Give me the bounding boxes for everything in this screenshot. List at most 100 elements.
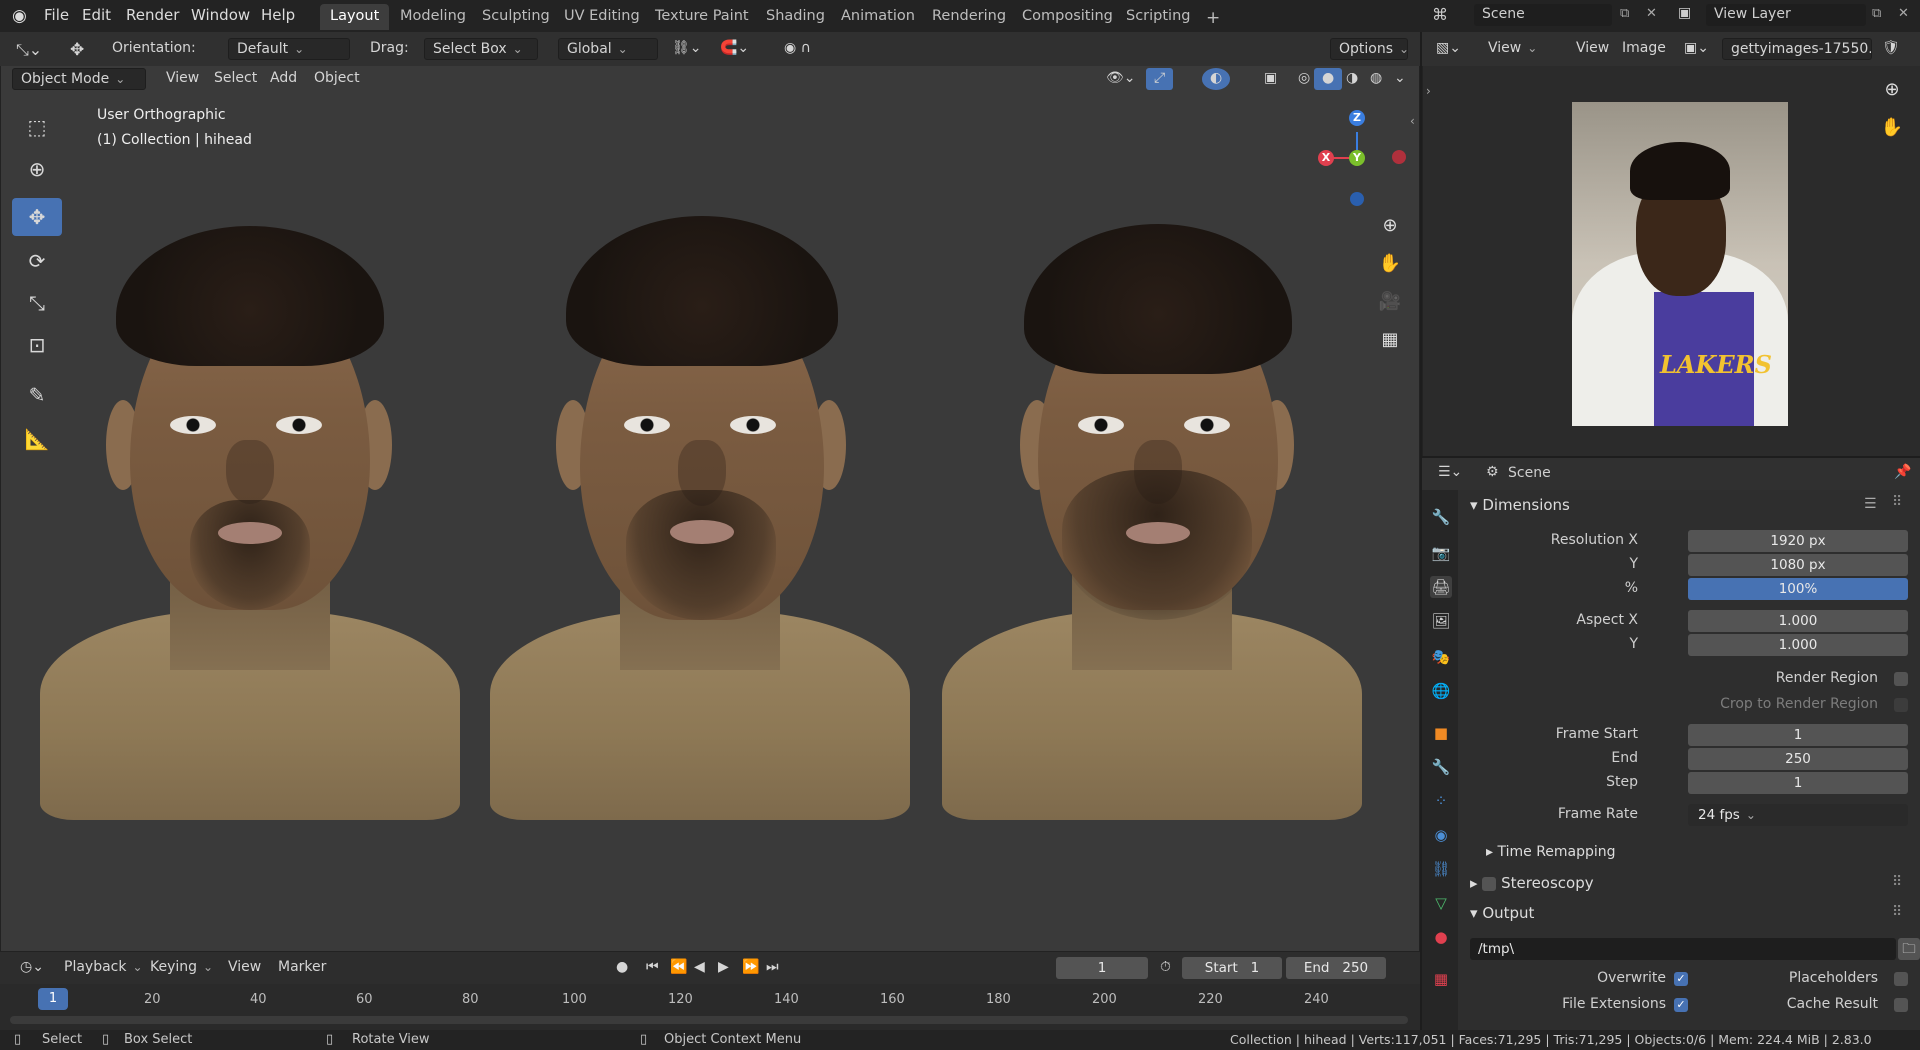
ortho-grid-icon[interactable]: ▦	[1376, 326, 1404, 354]
tab-shading[interactable]: Shading	[756, 4, 835, 30]
new-scene-icon[interactable]: ⧉	[1620, 6, 1629, 21]
zoom-icon[interactable]: ⊕	[1878, 76, 1906, 104]
placeholders-checkbox[interactable]	[1894, 972, 1908, 986]
neg-z-axis-icon[interactable]	[1350, 192, 1364, 206]
stopwatch-icon[interactable]: ⏱	[1152, 957, 1179, 979]
timeline-scrollbar[interactable]	[10, 1016, 1408, 1024]
scene-name-field[interactable]: Scene	[1474, 4, 1612, 26]
view-layer-field[interactable]: View Layer	[1706, 4, 1866, 26]
menu-select[interactable]: Select	[206, 68, 265, 90]
scene-selector-icon[interactable]: ⌘	[1432, 5, 1448, 24]
marker-menu[interactable]: Marker	[270, 957, 334, 979]
y-axis-icon[interactable]: Y	[1349, 150, 1365, 166]
start-frame-field[interactable]: Start 1	[1182, 957, 1282, 979]
frame-end-field[interactable]: 250	[1688, 748, 1908, 770]
dimensions-panel-header[interactable]: ▾ Dimensions	[1470, 496, 1570, 514]
resolution-percent-slider[interactable]: 100%	[1688, 578, 1908, 600]
pivot-point-icon[interactable]: ⛓⌄	[664, 38, 710, 60]
output-tab-icon[interactable]: 🖨	[1430, 576, 1452, 598]
end-frame-field[interactable]: End 250	[1286, 957, 1386, 979]
physics-tab-icon[interactable]: ◉	[1430, 824, 1452, 846]
orientation-dropdown[interactable]: Default	[228, 38, 350, 60]
neg-x-axis-icon[interactable]	[1392, 150, 1406, 164]
drag-handle-icon[interactable]: ⠿	[1892, 494, 1902, 510]
blender-logo-icon[interactable]: ◉	[12, 6, 27, 26]
gizmo-toggle-icon[interactable]: ⤢	[1146, 68, 1174, 90]
tool-tab-icon[interactable]: 🔧	[1430, 506, 1452, 528]
record-icon[interactable]: ●	[608, 957, 636, 979]
scene-tab-icon[interactable]: 🎭	[1430, 646, 1452, 668]
stereoscopy-checkbox[interactable]	[1482, 876, 1497, 891]
drag-dropdown[interactable]: Select Box	[424, 38, 538, 60]
object-mode-dropdown[interactable]: Object Mode	[12, 68, 146, 90]
zoom-icon[interactable]: ⊕	[1376, 212, 1404, 240]
image-menu[interactable]: Image	[1614, 38, 1674, 60]
texture-tab-icon[interactable]: ▦	[1430, 968, 1452, 990]
crop-render-region-checkbox[interactable]	[1894, 698, 1908, 712]
sidebar-toggle-icon[interactable]: ‹	[1410, 114, 1415, 128]
menu-object[interactable]: Object	[306, 68, 368, 90]
aspect-y-field[interactable]: 1.000	[1688, 634, 1908, 656]
transform-orientation-dropdown[interactable]: Global	[558, 38, 658, 60]
render-region-checkbox[interactable]	[1894, 672, 1908, 686]
tab-animation[interactable]: Animation	[831, 4, 925, 30]
head-model-2[interactable]	[490, 210, 910, 820]
view-mode-dropdown[interactable]: View	[1480, 38, 1545, 60]
sidebar-toggle-icon[interactable]: ›	[1426, 84, 1431, 98]
resolution-y-field[interactable]: 1080 px	[1688, 554, 1908, 576]
menu-window[interactable]: Window	[191, 6, 250, 24]
file-extensions-checkbox[interactable]: ✓	[1674, 998, 1688, 1012]
playback-menu[interactable]: Playback	[56, 957, 151, 979]
add-workspace-button[interactable]: +	[1196, 4, 1230, 30]
select-box-tool-icon[interactable]: ⬚	[12, 108, 62, 146]
playhead[interactable]: 1	[38, 988, 68, 1010]
jump-end-icon[interactable]: ⏭	[758, 957, 787, 979]
tab-layout[interactable]: Layout	[320, 4, 390, 30]
drag-handle-icon[interactable]: ⠿	[1892, 904, 1902, 920]
z-axis-icon[interactable]: Z	[1349, 110, 1365, 126]
stereoscopy-panel-header[interactable]: ▸ Stereoscopy	[1470, 874, 1594, 892]
transform-move-icon[interactable]: ✥	[62, 38, 92, 60]
modifier-tab-icon[interactable]: 🔧	[1430, 756, 1452, 778]
overwrite-checkbox[interactable]: ✓	[1674, 972, 1688, 986]
constraints-tab-icon[interactable]: ⛓	[1430, 858, 1452, 880]
overlay-toggle-icon[interactable]: ◐	[1202, 68, 1231, 90]
fake-user-icon[interactable]: 🛡	[1874, 38, 1908, 60]
presets-icon[interactable]: ☰	[1864, 496, 1877, 512]
tab-uv-editing[interactable]: UV Editing	[554, 4, 650, 30]
image-view-menu[interactable]: View	[1568, 38, 1617, 60]
navigation-gizmo[interactable]: Z X Y	[1312, 110, 1406, 206]
particles-tab-icon[interactable]: ⁘	[1430, 790, 1452, 812]
drag-handle-icon[interactable]: ⠿	[1892, 874, 1902, 890]
snap-icon[interactable]: 🧲⌄	[712, 38, 757, 60]
output-path-field[interactable]: /tmp\	[1470, 938, 1896, 960]
cache-result-checkbox[interactable]	[1894, 998, 1908, 1012]
play-icon[interactable]: ▶	[710, 957, 737, 979]
current-frame-field[interactable]: 1	[1056, 957, 1148, 979]
visibility-icon[interactable]: 👁⌄	[1098, 68, 1144, 90]
xray-toggle-icon[interactable]: ▣	[1256, 68, 1285, 90]
camera-icon[interactable]: 🎥	[1376, 288, 1404, 316]
output-panel-header[interactable]: ▾ Output	[1470, 904, 1534, 922]
image-browse-icon[interactable]: ▣⌄	[1676, 38, 1717, 60]
aspect-x-field[interactable]: 1.000	[1688, 610, 1908, 632]
image-name-field[interactable]: gettyimages-17550...	[1722, 38, 1872, 60]
image-editor-type-icon[interactable]: ▧⌄	[1428, 38, 1469, 60]
keying-menu[interactable]: Keying	[142, 957, 221, 979]
cursor-tool-icon[interactable]: ⊕	[12, 150, 62, 188]
play-reverse-icon[interactable]: ◀	[686, 957, 713, 979]
pan-hand-icon[interactable]: ✋	[1878, 114, 1906, 142]
frame-start-field[interactable]: 1	[1688, 724, 1908, 746]
frame-step-field[interactable]: 1	[1688, 772, 1908, 794]
menu-view[interactable]: View	[158, 68, 207, 90]
pin-icon[interactable]: 📌	[1894, 464, 1911, 480]
new-view-layer-icon[interactable]: ⧉	[1872, 6, 1881, 21]
data-tab-icon[interactable]: ▽	[1430, 892, 1452, 914]
timeline-view-menu[interactable]: View	[220, 957, 269, 979]
tab-compositing[interactable]: Compositing	[1012, 4, 1123, 30]
menu-file[interactable]: File	[44, 6, 69, 24]
tab-texture-paint[interactable]: Texture Paint	[645, 4, 759, 30]
head-model-1[interactable]	[40, 220, 460, 820]
view-layer-icon[interactable]: ▣	[1678, 5, 1691, 21]
material-tab-icon[interactable]: ●	[1430, 926, 1452, 948]
